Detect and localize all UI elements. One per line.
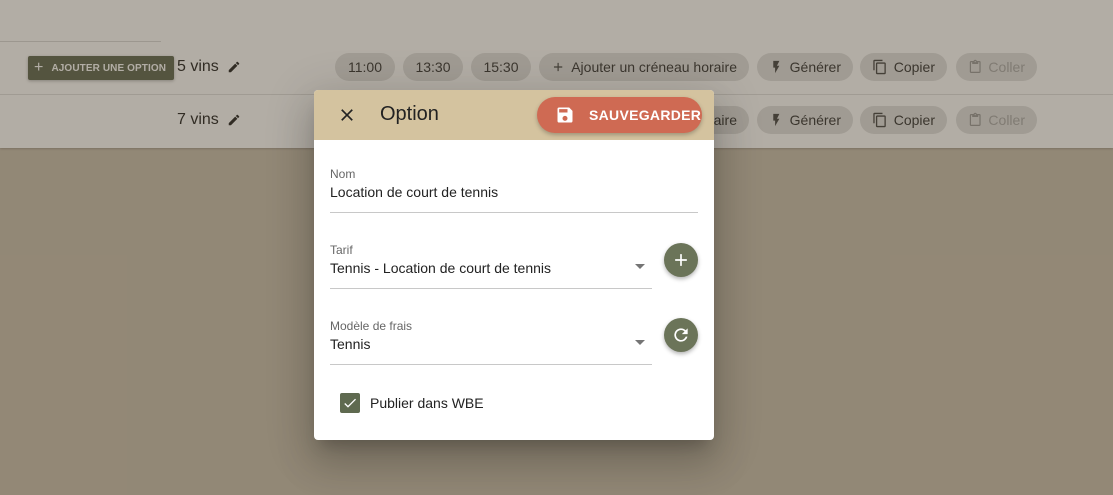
fee-model-select[interactable]: Modèle de frais Tennis — [330, 319, 698, 365]
field-underline — [330, 364, 652, 365]
save-label: SAUVEGARDER — [589, 107, 702, 123]
dialog-header: Option SAUVEGARDER — [314, 90, 714, 140]
save-button[interactable]: SAUVEGARDER — [537, 97, 702, 133]
name-field-label: Nom — [330, 167, 356, 181]
name-field[interactable]: Nom Location de court de tennis — [330, 167, 698, 213]
refresh-icon — [674, 328, 688, 342]
add-tariff-button[interactable] — [664, 243, 698, 277]
tariff-select[interactable]: Tarif Tennis - Location de court de tenn… — [330, 243, 698, 289]
tariff-field-label: Tarif — [330, 243, 353, 257]
tariff-selected-value: Tennis - Location de court de tennis — [330, 260, 552, 276]
option-dialog: Option SAUVEGARDER Nom Location de court… — [314, 90, 714, 440]
fee-model-selected-value: Tennis — [330, 336, 371, 352]
name-input[interactable]: Location de court de tennis — [330, 184, 498, 200]
fee-model-field-label: Modèle de frais — [330, 319, 413, 333]
checkmark-icon — [344, 398, 356, 408]
refresh-fee-model-button[interactable] — [664, 318, 698, 352]
plus-icon — [675, 254, 687, 266]
close-button[interactable] — [334, 102, 360, 128]
field-underline — [330, 212, 698, 213]
dialog-title: Option — [380, 103, 439, 125]
dropdown-arrow-icon[interactable] — [635, 340, 645, 345]
publish-checkbox[interactable] — [340, 393, 360, 413]
floppy-disk-icon — [557, 107, 573, 123]
field-underline — [330, 288, 652, 289]
publish-checkbox-label[interactable]: Publier dans WBE — [370, 395, 484, 411]
dropdown-arrow-icon[interactable] — [635, 264, 645, 269]
close-icon — [341, 109, 353, 121]
